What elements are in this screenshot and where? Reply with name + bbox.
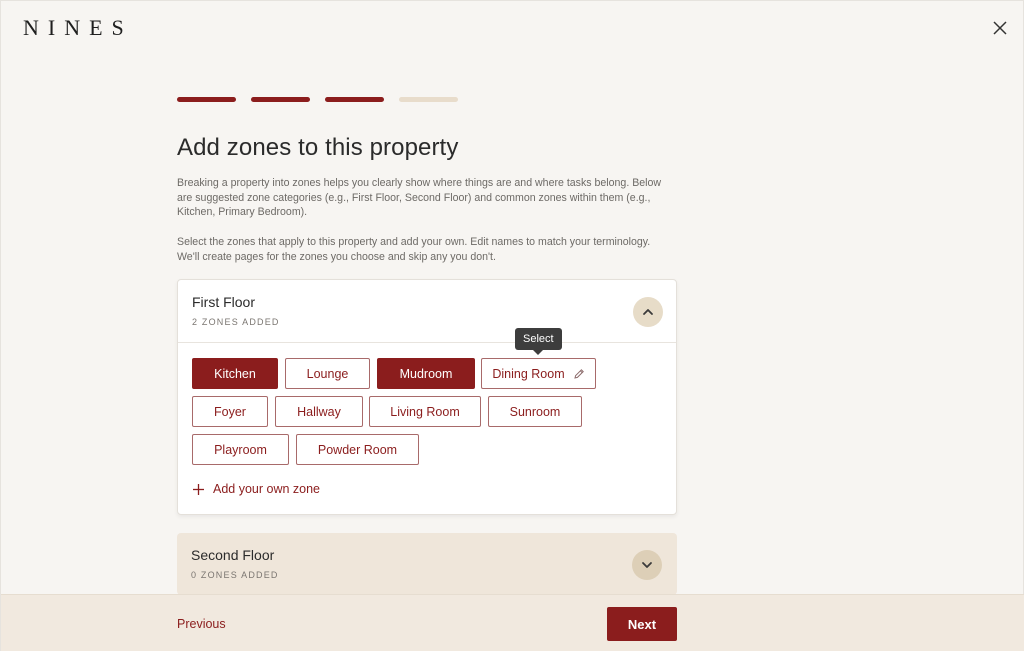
page-instructions: Select the zones that apply to this prop… [177,236,651,263]
zone-chip-kitchen[interactable]: Kitchen [192,358,278,389]
zone-chip-playroom[interactable]: Playroom [192,434,289,465]
expand-button[interactable] [632,550,662,580]
zone-chip-living-room[interactable]: Living Room [369,396,481,427]
zone-chip-powder-room[interactable]: Powder Room [296,434,419,465]
zone-chip-label: Hallway [297,404,341,419]
zone-chip-label: Kitchen [214,366,256,381]
add-own-zone-button[interactable]: Add your own zone [192,482,320,496]
plus-icon [192,483,205,496]
zone-chip-label: Mudroom [399,366,453,381]
zones-added-count: 0 ZONES ADDED [191,570,279,580]
floor-name: First Floor [192,294,255,310]
zones-added-count: 2 ZONES ADDED [192,317,280,327]
zone-chip-label: Dining Room [492,366,565,381]
app-window: NINES Add zones to this property Breakin… [0,0,1024,651]
chevron-down-icon [642,562,652,568]
zone-chip-label: Playroom [214,442,267,457]
zone-chip-lounge[interactable]: Lounge [285,358,370,389]
progress-step-3 [325,97,384,102]
floor-name: Second Floor [191,547,275,563]
zone-chip-label: Sunroom [509,404,561,419]
progress-step-2 [251,97,310,102]
edit-pencil-icon[interactable] [573,368,585,380]
step-progress [177,97,458,102]
chevron-up-icon [643,309,653,315]
page-description: Breaking a property into zones helps you… [177,177,662,219]
zone-chip-sunroom[interactable]: Sunroom [488,396,582,427]
zone-chip-label: Lounge [306,366,349,381]
zone-chip-label: Powder Room [317,442,398,457]
collapse-button[interactable] [633,297,663,327]
floor-card-first-floor: First Floor 2 ZONES ADDED Kitchen Lounge… [177,279,677,515]
add-zone-label: Add your own zone [213,482,321,496]
floor-card-second-floor[interactable]: Second Floor 0 ZONES ADDED [177,533,677,595]
zone-chip-label: Foyer [214,404,246,419]
zone-chip-mudroom[interactable]: Mudroom [377,358,475,389]
progress-step-1 [177,97,236,102]
zone-chip-label: Living Room [390,404,460,419]
wizard-footer: Previous Next [1,594,1024,651]
select-tooltip: Select [515,328,562,355]
next-button[interactable]: Next [607,607,677,641]
previous-button[interactable]: Previous [177,617,226,631]
progress-step-4 [399,97,458,102]
zone-chip-hallway[interactable]: Hallway [275,396,363,427]
zone-chip-dining-room[interactable]: Dining Room [481,358,596,389]
floor-card-header[interactable]: First Floor 2 ZONES ADDED [178,280,676,343]
close-button[interactable] [989,17,1011,39]
zone-chip-foyer[interactable]: Foyer [192,396,268,427]
close-icon [993,21,1007,35]
nines-logo[interactable]: NINES [23,15,133,41]
page-title: Add zones to this property [177,134,459,161]
